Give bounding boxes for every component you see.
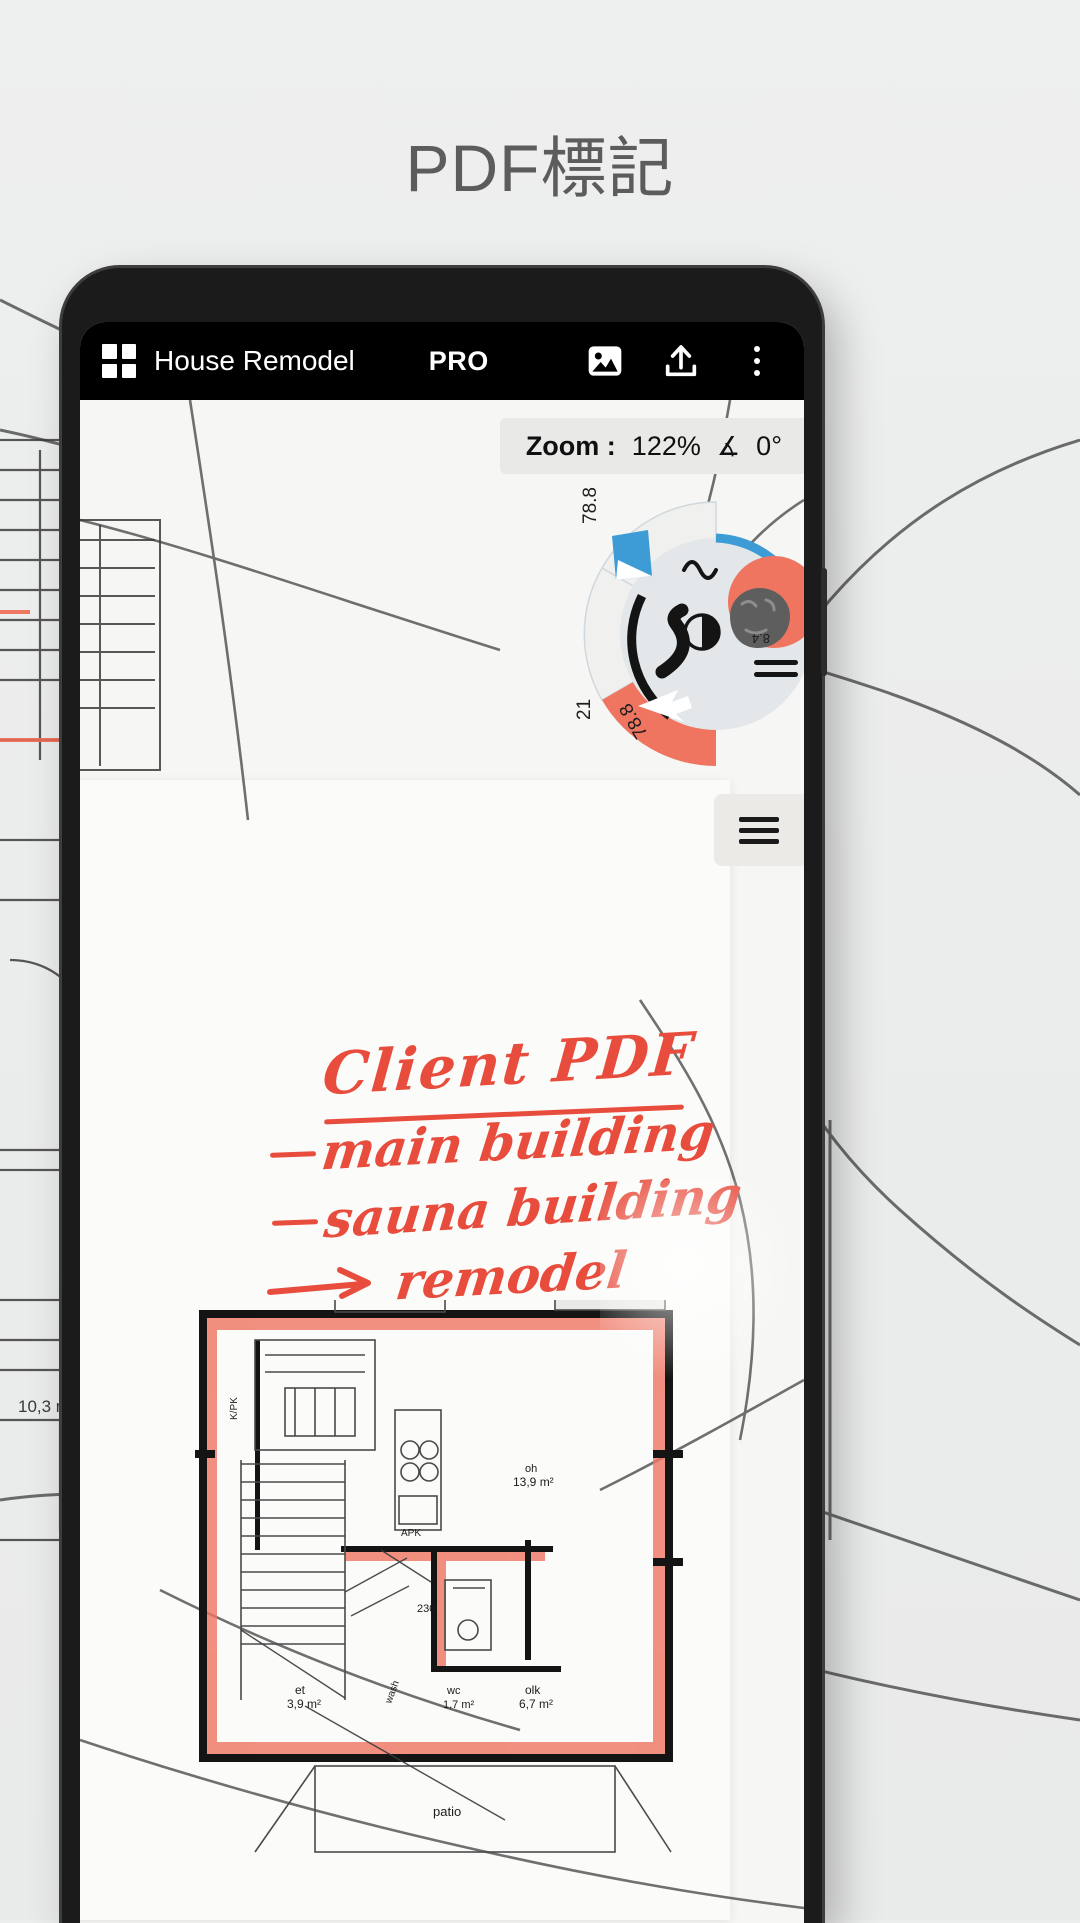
phone-mockup: House Remodel PRO Zoom: 122% ∡ 0° 78.8 …: [62, 268, 827, 1923]
phone-screen: House Remodel PRO Zoom: 122% ∡ 0° 78.8 …: [80, 322, 804, 1923]
image-icon[interactable]: [584, 340, 626, 382]
floor-plan[interactable]: oh 13,9 m² et 3,9 m² wc 1,7 m² olk 6,7 m…: [195, 1265, 695, 1860]
eraser-blob-icon[interactable]: 8.4: [724, 582, 796, 654]
radial-label-0: 78.8: [580, 487, 601, 524]
room-area-olk: 6,7 m²: [519, 1697, 553, 1711]
pro-badge[interactable]: PRO: [429, 346, 489, 377]
radial-label-1: 21: [574, 699, 595, 720]
dim-label-misc: wash: [383, 1679, 402, 1706]
kebab-menu-icon[interactable]: [736, 340, 778, 382]
room-label-et: et: [295, 1683, 306, 1697]
svg-text:8.4: 8.4: [752, 631, 770, 646]
zoom-value: 122%: [631, 430, 701, 461]
room-label-patio: patio: [433, 1804, 461, 1819]
room-label-oh: oh: [525, 1463, 537, 1475]
plan-interior-lines: [240, 1265, 672, 1853]
dim-label-apk: APK: [401, 1528, 421, 1539]
upload-icon[interactable]: [660, 340, 702, 382]
dim-label-kpk: K/PK: [229, 1397, 240, 1420]
room-label-olk: olk: [525, 1683, 541, 1697]
room-label-wc: wc: [446, 1685, 461, 1697]
room-area-wc: 1,7 m²: [443, 1699, 475, 1711]
toolbar-actions: [584, 340, 778, 382]
room-area-et: 3,9 m²: [287, 1697, 321, 1711]
angle-value: 0°: [756, 430, 782, 461]
grid-icon[interactable]: [102, 344, 136, 378]
page-title: PDF標記: [405, 131, 675, 205]
dim-label-230: 230: [417, 1603, 435, 1615]
angle-icon: ∡: [716, 430, 741, 461]
zoom-indicator[interactable]: Zoom : 122% ∡ 0°: [499, 418, 804, 474]
layers-button[interactable]: [714, 794, 804, 866]
app-project-title: House Remodel: [154, 345, 355, 376]
phone-side-button: [821, 568, 827, 676]
room-area-oh: 13,9 m²: [513, 1475, 554, 1489]
app-toolbar: House Remodel PRO: [80, 322, 804, 400]
zoom-label: Zoom :: [525, 430, 616, 461]
pdf-canvas[interactable]: Zoom : 122% ∡ 0° 78.8 21 78.8 8.4 Client…: [80, 400, 804, 1923]
